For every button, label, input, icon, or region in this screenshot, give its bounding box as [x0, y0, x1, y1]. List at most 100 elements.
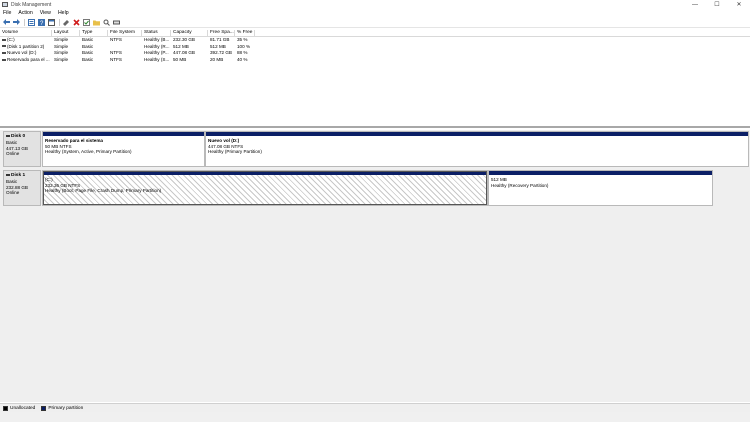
menu-bar: File Action View Help [0, 9, 750, 17]
file-system-cell: NTFS [110, 50, 122, 56]
partition-status: Healthy (Boot, Page File, Crash Dump, Pr… [45, 188, 162, 194]
connect-icon[interactable] [62, 18, 70, 26]
capacity-cell: 512 MB [173, 43, 189, 49]
menu-help[interactable]: Help [58, 10, 69, 16]
column-header-volume[interactable]: Volume [0, 30, 52, 36]
disk-1-row: Disk 1 Basic 232.88 GB Online (C:) 232.3… [3, 170, 713, 206]
status-cell: Healthy (R... [144, 43, 170, 49]
forward-icon[interactable] [12, 18, 20, 26]
disk-state: Online [6, 190, 20, 196]
column-header-status[interactable]: Status [142, 30, 171, 36]
status-cell: Healthy (P... [144, 50, 169, 56]
capacity-cell: 447.08 GB [173, 50, 195, 56]
search-icon[interactable] [102, 18, 110, 26]
column-header-layout[interactable]: Layout [52, 30, 80, 36]
free-space-cell: 392.72 GB [210, 50, 232, 56]
delete-icon[interactable] [72, 18, 80, 26]
volume-cell: Reservado para el ... [0, 57, 52, 64]
percent-free-cell: 40 % [237, 56, 248, 62]
title-bar: Disk Management — ☐ ✕ [0, 0, 750, 9]
console-icon[interactable] [47, 18, 55, 26]
partition-status: Healthy (Primary Partition) [208, 149, 262, 155]
layout-cell: Simple [54, 50, 69, 56]
partition-recovery[interactable]: 512 MB Healthy (Recovery Partition) [488, 170, 713, 206]
column-header-type[interactable]: Type [80, 30, 108, 36]
partition-nuevo-vol-d[interactable]: Nuevo vol (D:) 447.08 GB NTFS Healthy (P… [205, 131, 749, 167]
partition-system-reserved[interactable]: Reservado para el sistema 50 MB NTFS Hea… [42, 131, 205, 167]
volume-icon [2, 38, 6, 41]
primary-partition-swatch [41, 405, 47, 411]
volume-icon [2, 58, 6, 61]
status-cell: Healthy (B... [144, 37, 170, 42]
partition-status: Healthy (System, Active, Primary Partiti… [45, 149, 132, 155]
volume-name: Reservado para el ... [7, 56, 50, 62]
percent-free-cell: 35 % [237, 37, 248, 42]
disk-1-label[interactable]: Disk 1 Basic 232.88 GB Online [3, 170, 41, 206]
type-cell: Basic [82, 37, 94, 42]
column-header-percent-free[interactable]: % Free [235, 30, 255, 36]
table-row[interactable]: (Disk 1 partition 2) Simple Basic Health… [0, 44, 750, 51]
legend: Unallocated Primary partition [0, 403, 750, 412]
type-cell: Basic [82, 56, 94, 62]
free-space-cell: 81.71 GB [210, 37, 230, 42]
back-icon[interactable] [2, 18, 10, 26]
file-system-cell: NTFS [110, 56, 122, 62]
toolbar: ? [0, 17, 750, 28]
volume-list: Volume Layout Type File System Status Ca… [0, 30, 750, 128]
close-button[interactable]: ✕ [728, 0, 750, 9]
partition-status: Healthy (Recovery Partition) [491, 182, 549, 188]
disk-0-row: Disk 0 Basic 447.13 GB Online Reservado … [3, 131, 749, 167]
maximize-button[interactable]: ☐ [706, 0, 728, 9]
unallocated-swatch [3, 405, 8, 411]
column-header-file-system[interactable]: File System [108, 30, 142, 36]
volume-icon [2, 45, 6, 48]
capacity-cell: 232.30 GB [173, 37, 195, 42]
disk-icon[interactable] [112, 18, 120, 26]
percent-free-cell: 100 % [237, 43, 251, 49]
minimize-button[interactable]: — [684, 0, 706, 9]
free-space-cell: 512 MB [210, 43, 226, 49]
checklist-icon[interactable] [82, 18, 90, 26]
table-row[interactable]: (C:) Simple Basic NTFS Healthy (B... 232… [0, 37, 750, 44]
volume-name: Nuevo vol (D:) [7, 50, 37, 56]
table-row[interactable]: Nuevo vol (D:) Simple Basic NTFS Healthy… [0, 50, 750, 57]
folder-icon[interactable] [92, 18, 100, 26]
status-cell: Healthy (S... [144, 56, 170, 62]
properties-icon[interactable] [27, 18, 35, 26]
partition-c-drive[interactable]: (C:) 232.36 GB NTFS Healthy (Boot, Page … [42, 170, 488, 206]
volume-cell: Nuevo vol (D:) [0, 50, 52, 57]
legend-primary-partition: Primary partition [48, 405, 84, 411]
column-header-free-space[interactable]: Free Spa... [208, 30, 235, 36]
type-cell: Basic [82, 43, 94, 49]
disk-icon [6, 173, 10, 176]
disk-graphical-view: Disk 0 Basic 447.13 GB Online Reservado … [0, 130, 750, 402]
toolbar-separator [24, 18, 25, 26]
capacity-cell: 50 MB [173, 56, 187, 62]
free-space-cell: 20 MB [210, 56, 224, 62]
help-icon[interactable]: ? [37, 18, 45, 26]
layout-cell: Simple [54, 56, 69, 62]
disk-icon [6, 134, 10, 137]
volume-name: (C:) [7, 37, 15, 42]
legend-unallocated: Unallocated [10, 405, 36, 411]
disk-management-app-icon [2, 2, 8, 7]
status-bar [0, 412, 750, 422]
toolbar-separator [59, 18, 60, 26]
disk-0-label[interactable]: Disk 0 Basic 447.13 GB Online [3, 131, 41, 167]
type-cell: Basic [82, 50, 94, 56]
volume-list-header: Volume Layout Type File System Status Ca… [0, 30, 750, 37]
layout-cell: Simple [54, 37, 69, 42]
volume-cell: (C:) [0, 37, 52, 44]
menu-action[interactable]: Action [18, 10, 32, 16]
volume-name: (Disk 1 partition 2) [7, 43, 45, 49]
window-title: Disk Management [11, 1, 52, 8]
disk-state: Online [6, 151, 20, 157]
menu-file[interactable]: File [3, 10, 11, 16]
window-controls: — ☐ ✕ [684, 0, 750, 9]
menu-view[interactable]: View [40, 10, 51, 16]
volume-icon [2, 51, 6, 54]
file-system-cell: NTFS [110, 37, 122, 42]
file-system-cell [108, 44, 142, 51]
column-header-capacity[interactable]: Capacity [171, 30, 208, 36]
table-row[interactable]: Reservado para el ... Simple Basic NTFS … [0, 57, 750, 64]
